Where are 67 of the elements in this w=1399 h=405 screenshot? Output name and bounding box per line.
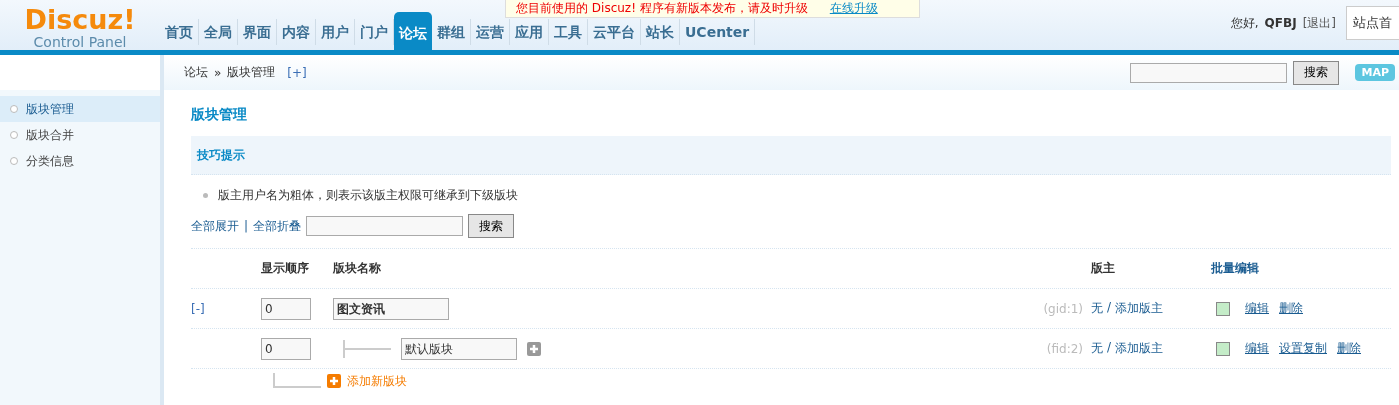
action-link[interactable]: 编辑: [1245, 340, 1269, 357]
none-link[interactable]: 无: [1091, 300, 1103, 317]
collapse-all-link[interactable]: 全部折叠: [253, 217, 302, 235]
nav-tab[interactable]: 群组: [432, 19, 471, 45]
nav-tab[interactable]: 内容: [277, 19, 316, 45]
column-header: 版主: [1091, 260, 1116, 277]
tips-title: 技巧提示: [197, 146, 245, 164]
tip-text: 版主用户名为粗体，则表示该版主权限可继承到下级版块: [218, 187, 518, 204]
logo-subtitle: Control Panel: [33, 34, 127, 50]
tree-line: [343, 339, 391, 358]
sidebar-item[interactable]: 版块管理: [0, 96, 160, 122]
add-link[interactable]: [+]: [287, 65, 307, 80]
nav-tab[interactable]: 站长: [641, 19, 680, 45]
nav-tab[interactable]: 运营: [471, 19, 510, 45]
nav-tab[interactable]: 全局: [199, 19, 238, 45]
expand-all-link[interactable]: 全部展开: [191, 217, 239, 235]
add-moderator-link[interactable]: 添加版主: [1115, 340, 1164, 357]
none-link[interactable]: 无: [1091, 340, 1103, 357]
name-field[interactable]: 默认版块: [401, 337, 517, 360]
order-field[interactable]: 0: [261, 337, 311, 360]
nav-tab[interactable]: 应用: [510, 19, 549, 45]
action-link[interactable]: 编辑: [1245, 300, 1269, 317]
nav-tab[interactable]: 界面: [238, 19, 277, 45]
checkbox[interactable]: [1216, 301, 1230, 316]
plus-icon[interactable]: [527, 341, 541, 356]
plus-icon: [327, 374, 341, 388]
sidebar-item[interactable]: 分类信息: [0, 148, 160, 174]
nav-tab[interactable]: 首页: [160, 19, 199, 45]
sidebar-item[interactable]: 版块合并: [0, 122, 160, 148]
logout-link[interactable]: [退出]: [1302, 14, 1336, 32]
breadcrumb-item: 论坛: [184, 64, 208, 81]
id-label: (gid:1): [1043, 301, 1083, 316]
notice-text: 您目前使用的 Discuz! 程序有新版本发布，请及时升级: [516, 0, 808, 17]
greeting: 您好,: [1230, 14, 1259, 32]
search-button[interactable]: 搜索: [468, 214, 515, 238]
nav-tab[interactable]: 论坛: [394, 12, 432, 50]
breadcrumb-item: 版块管理: [227, 64, 276, 81]
separator: |: [244, 219, 249, 233]
checkbox[interactable]: [1216, 341, 1230, 356]
collapse-toggle[interactable]: [-]: [191, 301, 205, 316]
action-link[interactable]: 删除: [1337, 340, 1361, 357]
column-header: 版块名称: [333, 260, 382, 277]
column-header: 显示顺序: [261, 260, 310, 277]
search-field[interactable]: [306, 216, 464, 236]
page-title: 版块管理: [191, 106, 248, 124]
action-link[interactable]: 设置复制: [1279, 340, 1327, 357]
action-link[interactable]: 删除: [1279, 300, 1303, 317]
upgrade-link[interactable]: 在线升级: [829, 0, 878, 17]
separator: /: [1107, 300, 1112, 316]
add-moderator-link[interactable]: 添加版主: [1115, 300, 1164, 317]
nav-tab[interactable]: UCenter: [680, 19, 756, 45]
separator: /: [1107, 340, 1112, 356]
search-field[interactable]: [1130, 62, 1288, 83]
nav-tab[interactable]: 云平台: [588, 19, 641, 45]
site-home-button[interactable]: 站点首: [1346, 6, 1399, 40]
logo-title: Discuz!: [24, 6, 136, 34]
search-button[interactable]: 搜索: [1293, 60, 1340, 85]
id-label: (fid:2): [1046, 341, 1083, 356]
nav-tab[interactable]: 用户: [316, 19, 355, 45]
batch-edit-link[interactable]: 批量编辑: [1211, 260, 1391, 277]
order-field[interactable]: 0: [261, 297, 311, 320]
user-name: QFBJ: [1264, 16, 1297, 30]
bullet-icon: [203, 193, 208, 198]
breadcrumb-item: »: [214, 65, 222, 80]
nav-tab[interactable]: 工具: [549, 19, 588, 45]
tree-line: [273, 373, 321, 389]
name-field[interactable]: 图文资讯: [333, 297, 449, 320]
